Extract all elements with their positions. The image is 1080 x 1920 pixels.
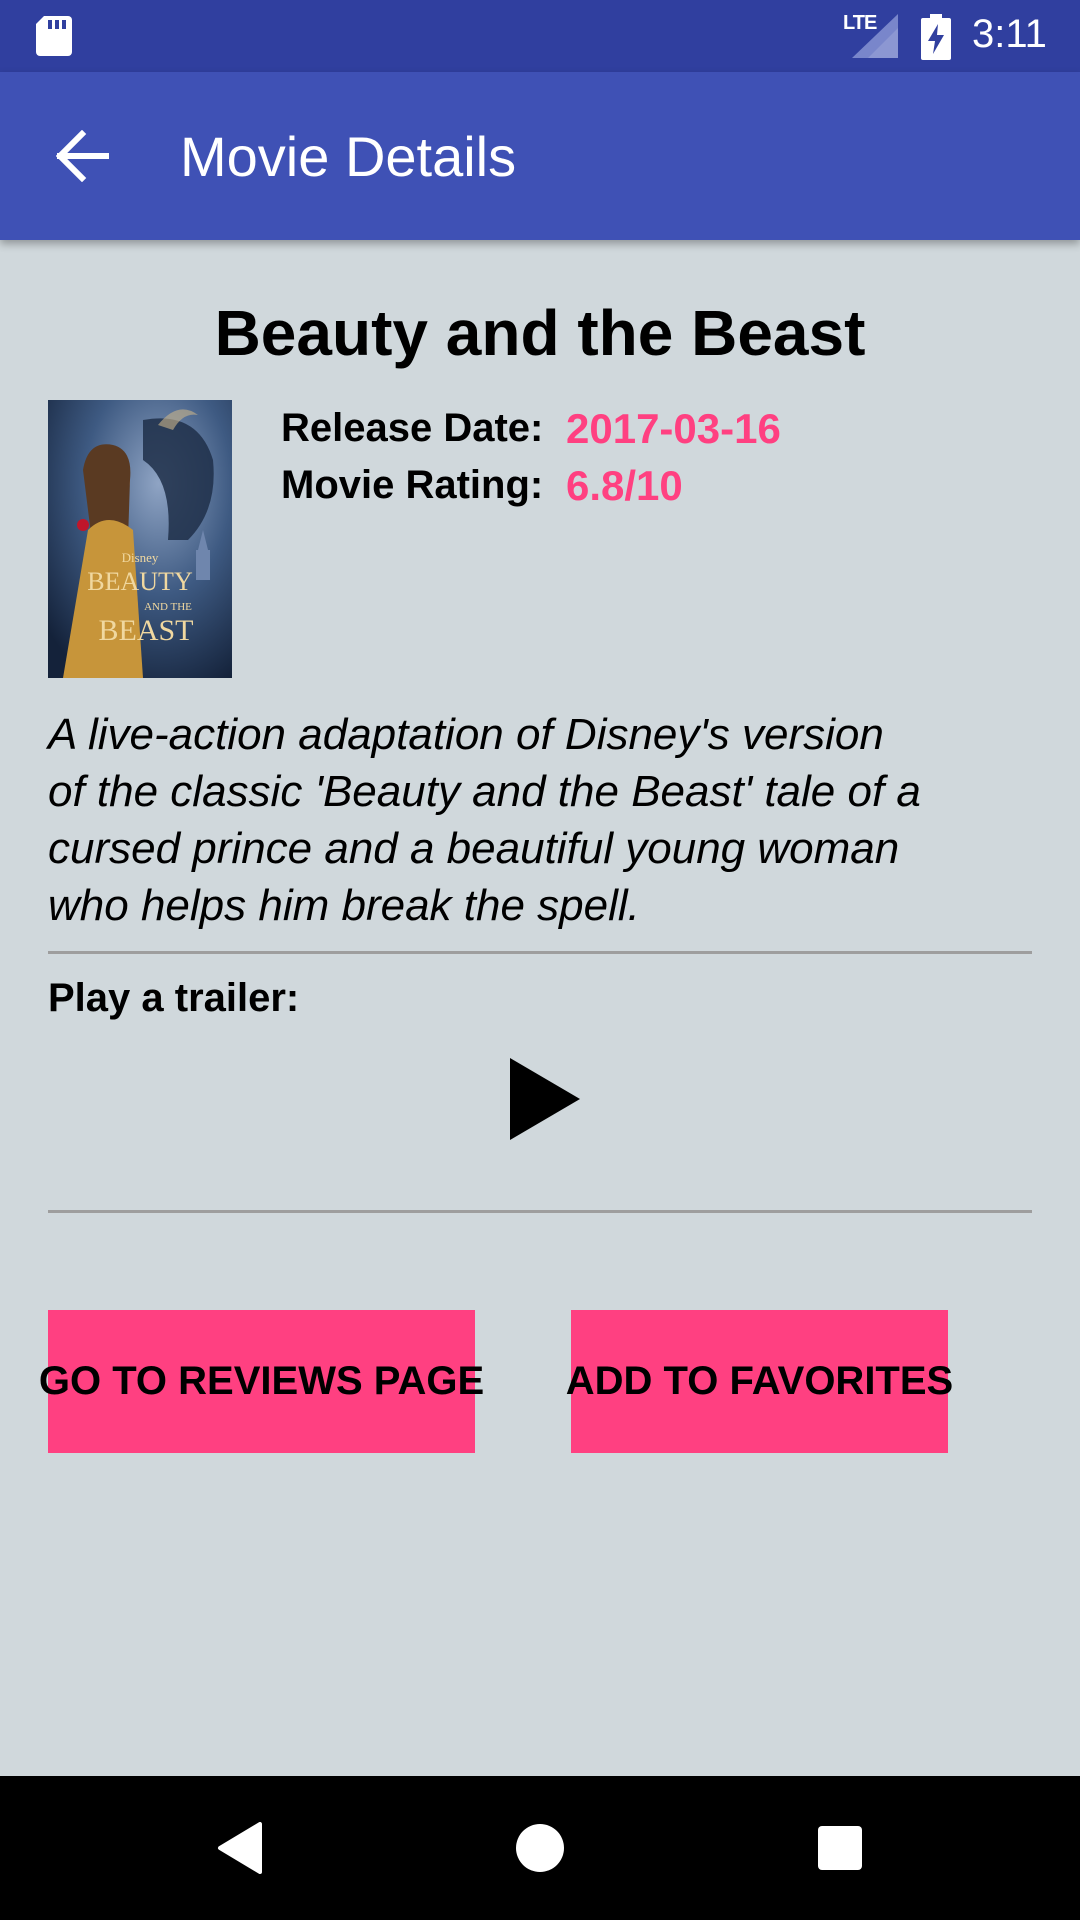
battery-icon xyxy=(921,14,951,60)
nav-back-icon[interactable] xyxy=(216,1822,264,1874)
poster-image: Disney BEAUTY AND THE BEAST xyxy=(48,400,232,678)
play-icon[interactable] xyxy=(505,1054,585,1144)
release-date-value: 2017-03-16 xyxy=(566,405,781,452)
add-to-favorites-button[interactable]: ADD TO FAVORITES xyxy=(566,1310,953,1453)
status-bar: LTE 3:11 xyxy=(0,0,1080,72)
overview-line: cursed prince and a beautiful young woma… xyxy=(48,824,900,873)
poster-brand: Disney xyxy=(122,550,159,565)
trailer-label: Play a trailer: xyxy=(48,976,300,1020)
app-bar: Movie Details xyxy=(0,72,1080,240)
nav-home-icon[interactable] xyxy=(516,1824,564,1872)
movie-overview: A live-action adaptation of Disney's ver… xyxy=(48,706,1008,934)
signal-icon xyxy=(852,14,898,58)
poster-title-2: AND THE xyxy=(144,601,192,613)
movie-rating-value: 6.8/10 xyxy=(566,462,683,509)
overview-line: who helps him break the spell. xyxy=(48,881,640,930)
status-clock: 3:11 xyxy=(972,12,1047,56)
divider xyxy=(48,951,1032,954)
poster-title-1: BEAUTY xyxy=(87,567,193,596)
sd-card-icon xyxy=(36,16,72,56)
movie-rating-label: Movie Rating: xyxy=(281,463,544,507)
page-title: Movie Details xyxy=(180,125,517,188)
go-to-reviews-button[interactable]: GO TO REVIEWS PAGE xyxy=(39,1310,484,1453)
arrow-back-icon[interactable] xyxy=(56,130,110,182)
divider xyxy=(48,1210,1032,1213)
release-date-label: Release Date: xyxy=(281,406,544,450)
poster-title-3: BEAST xyxy=(98,614,193,647)
overview-line: of the classic 'Beauty and the Beast' ta… xyxy=(48,767,921,816)
movie-poster: Disney BEAUTY AND THE BEAST xyxy=(48,400,232,678)
movie-title: Beauty and the Beast xyxy=(214,297,866,369)
nav-recents-icon[interactable] xyxy=(818,1826,862,1870)
overview-line: A live-action adaptation of Disney's ver… xyxy=(48,710,884,759)
